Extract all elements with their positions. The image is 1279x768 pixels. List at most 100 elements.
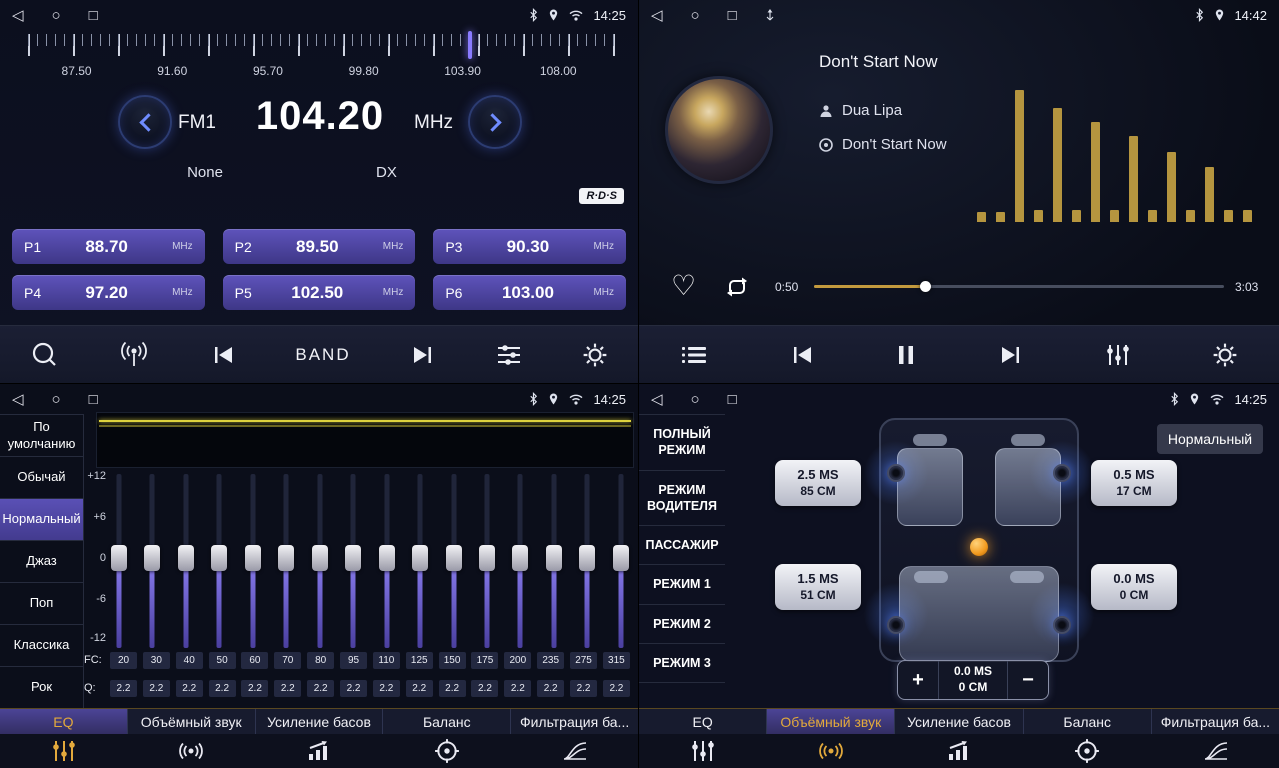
slider-handle[interactable] <box>479 545 495 571</box>
eq-sliders-icon[interactable] <box>639 734 767 768</box>
tuner-scale[interactable] <box>28 34 622 58</box>
slider-handle[interactable] <box>412 545 428 571</box>
filter-icon[interactable] <box>1151 734 1279 768</box>
mode-passenger[interactable]: ПАССАЖИР <box>639 526 725 565</box>
home-icon[interactable]: ○ <box>52 7 61 24</box>
delay-front-left-button[interactable]: 2.5 MS 85 CM <box>775 460 861 506</box>
slider-handle[interactable] <box>512 545 528 571</box>
mode-1[interactable]: РЕЖИМ 1 <box>639 565 725 604</box>
bass-boost-icon[interactable] <box>255 734 383 768</box>
mode-2[interactable]: РЕЖИМ 2 <box>639 605 725 644</box>
frequency-pointer[interactable] <box>468 31 472 59</box>
tab-eq[interactable]: EQ <box>0 709 128 734</box>
increase-delay-button[interactable]: + <box>898 661 938 699</box>
eq-preset-pop[interactable]: Поп <box>0 583 83 625</box>
eq-preset-normal[interactable]: Нормальный <box>0 499 83 541</box>
tune-up-button[interactable] <box>468 95 522 149</box>
slider-handle[interactable] <box>379 545 395 571</box>
tab-surround[interactable]: Объёмный звук <box>128 709 256 734</box>
eq-band[interactable] <box>445 474 463 648</box>
slider-handle[interactable] <box>312 545 328 571</box>
eq-band[interactable] <box>311 474 329 648</box>
delay-rear-right-button[interactable]: 0.0 MS 0 CM <box>1091 564 1177 610</box>
settings-gear-icon[interactable] <box>1212 342 1238 368</box>
slider-handle[interactable] <box>178 545 194 571</box>
tab-balance[interactable]: Баланс <box>1024 709 1152 734</box>
preset-button-p2[interactable]: P289.50MHz <box>223 229 416 264</box>
eq-band[interactable] <box>578 474 596 648</box>
tab-bass-boost[interactable]: Усиление басов <box>256 709 384 734</box>
tab-surround[interactable]: Объёмный звук <box>767 709 895 734</box>
slider-handle[interactable] <box>278 545 294 571</box>
band-button[interactable]: BAND <box>295 345 350 365</box>
recents-icon[interactable]: □ <box>89 391 98 408</box>
bass-boost-icon[interactable] <box>895 734 1023 768</box>
favorite-icon[interactable]: ♡ <box>671 272 696 300</box>
listening-position-marker[interactable] <box>970 538 988 556</box>
slider-handle[interactable] <box>446 545 462 571</box>
eq-band[interactable] <box>378 474 396 648</box>
eq-preset-jazz[interactable]: Джаз <box>0 541 83 583</box>
back-icon[interactable]: ◁ <box>651 6 663 24</box>
preset-button-p3[interactable]: P390.30MHz <box>433 229 626 264</box>
balance-icon[interactable] <box>383 734 511 768</box>
delay-rear-left-button[interactable]: 1.5 MS 51 CM <box>775 564 861 610</box>
eq-preset-custom[interactable]: Обычай <box>0 457 83 499</box>
preset-button-p4[interactable]: P497.20MHz <box>12 275 205 310</box>
slider-handle[interactable] <box>546 545 562 571</box>
slider-handle[interactable] <box>579 545 595 571</box>
tab-eq[interactable]: EQ <box>639 709 767 734</box>
eq-band[interactable] <box>244 474 262 648</box>
tab-bass-boost[interactable]: Усиление басов <box>895 709 1023 734</box>
home-icon[interactable]: ○ <box>691 7 700 24</box>
skip-previous-icon[interactable] <box>789 344 815 366</box>
surround-sound-icon[interactable] <box>128 734 256 768</box>
skip-next-icon[interactable] <box>410 344 436 366</box>
eq-band[interactable] <box>110 474 128 648</box>
progress-knob[interactable] <box>920 281 931 292</box>
skip-next-icon[interactable] <box>998 344 1024 366</box>
eq-band[interactable] <box>511 474 529 648</box>
home-icon[interactable]: ○ <box>691 391 700 408</box>
eq-band[interactable] <box>177 474 195 648</box>
playlist-icon[interactable] <box>680 345 708 365</box>
audio-settings-icon[interactable] <box>495 343 523 367</box>
repeat-icon[interactable] <box>723 276 751 303</box>
recents-icon[interactable]: □ <box>89 7 98 24</box>
eq-band[interactable] <box>411 474 429 648</box>
eq-band[interactable] <box>143 474 161 648</box>
slider-handle[interactable] <box>245 545 261 571</box>
progress-bar[interactable] <box>814 285 1224 288</box>
eq-band[interactable] <box>545 474 563 648</box>
back-icon[interactable]: ◁ <box>12 6 24 24</box>
tab-filter[interactable]: Фильтрация ба... <box>511 709 638 734</box>
back-icon[interactable]: ◁ <box>12 390 24 408</box>
skip-previous-icon[interactable] <box>210 344 236 366</box>
balance-icon[interactable] <box>1023 734 1151 768</box>
slider-handle[interactable] <box>345 545 361 571</box>
mode-full[interactable]: ПОЛНЫЙ РЕЖИМ <box>639 415 725 471</box>
broadcast-icon[interactable] <box>117 342 151 368</box>
stage-preset-button[interactable]: Нормальный <box>1157 424 1263 454</box>
eq-preset-classic[interactable]: Классика <box>0 625 83 667</box>
preset-button-p5[interactable]: P5102.50MHz <box>223 275 416 310</box>
mode-driver[interactable]: РЕЖИМ ВОДИТЕЛЯ <box>639 471 725 527</box>
settings-gear-icon[interactable] <box>582 342 608 368</box>
eq-sliders-icon[interactable] <box>0 734 128 768</box>
delay-front-right-button[interactable]: 0.5 MS 17 CM <box>1091 460 1177 506</box>
filter-icon[interactable] <box>510 734 638 768</box>
slider-handle[interactable] <box>111 545 127 571</box>
equalizer-icon[interactable] <box>1105 343 1131 367</box>
eq-band[interactable] <box>344 474 362 648</box>
tune-down-button[interactable] <box>118 95 172 149</box>
home-icon[interactable]: ○ <box>52 391 61 408</box>
recents-icon[interactable]: □ <box>728 7 737 24</box>
slider-handle[interactable] <box>211 545 227 571</box>
pause-icon[interactable] <box>896 344 916 366</box>
eq-preset-rock[interactable]: Рок <box>0 667 83 709</box>
slider-handle[interactable] <box>613 545 629 571</box>
eq-preset-default[interactable]: По умолчанию <box>0 415 83 457</box>
tab-balance[interactable]: Баланс <box>383 709 511 734</box>
preset-button-p1[interactable]: P188.70MHz <box>12 229 205 264</box>
slider-handle[interactable] <box>144 545 160 571</box>
